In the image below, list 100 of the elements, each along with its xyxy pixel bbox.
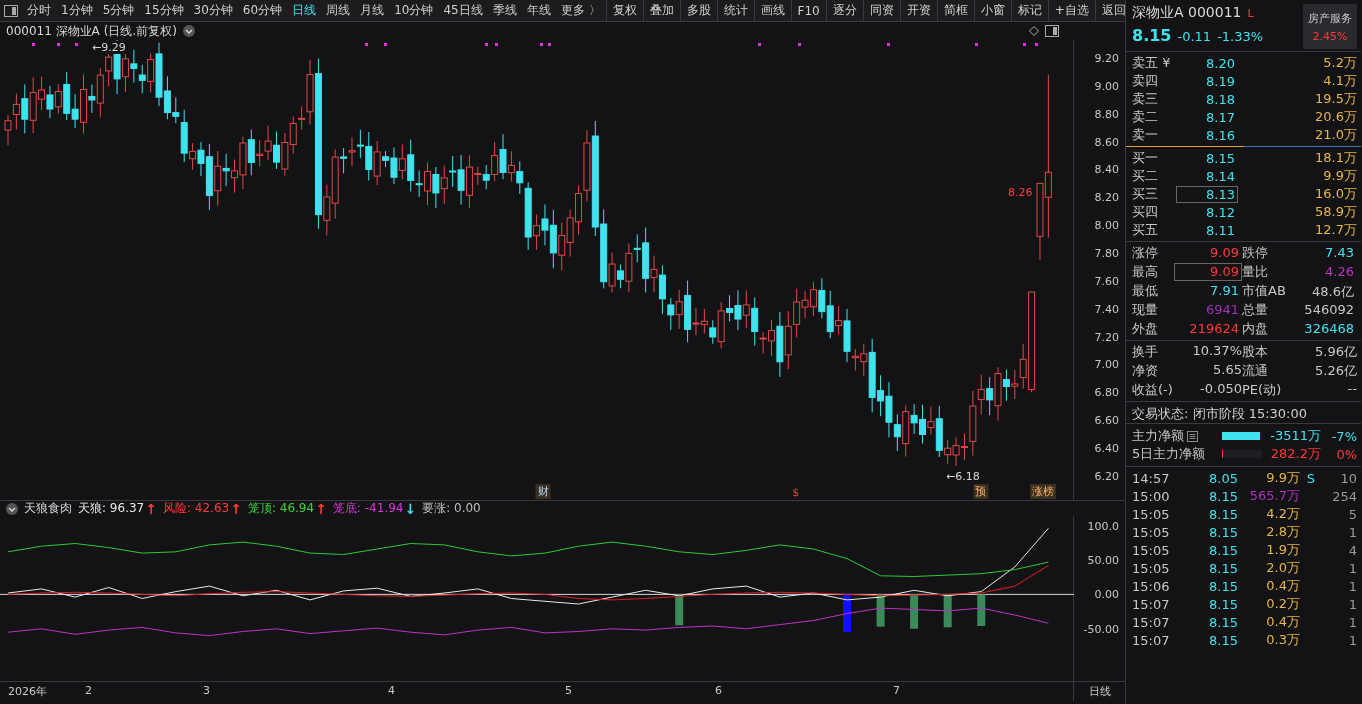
tick-count: 4 — [1347, 542, 1357, 558]
period-tab[interactable]: 更多 〉 — [555, 0, 606, 21]
toolbar-button[interactable]: 多股 — [679, 0, 717, 21]
toolbar-button[interactable]: 简框 — [936, 0, 974, 21]
stat-label: 总量 — [1242, 301, 1269, 319]
tick-price: 8.15 — [1208, 524, 1238, 540]
order-volume: 9.9万 — [1322, 167, 1357, 185]
period-tab[interactable]: 45日线 — [438, 0, 488, 21]
period-tab[interactable]: 1分钟 — [56, 0, 98, 21]
tick-volume: 0.2万 — [1265, 595, 1300, 613]
date-axis-label: 3 — [203, 684, 210, 697]
price-axis-label: 6.60 — [1094, 413, 1119, 427]
stat-value: 4.26 — [1324, 263, 1355, 281]
chevron-down-icon[interactable] — [6, 502, 18, 515]
chevron-down-icon[interactable] — [182, 25, 195, 37]
period-tab[interactable]: 日线 — [287, 0, 322, 21]
event-marker[interactable]: $ — [790, 486, 802, 499]
order-price[interactable]: 8.20 — [1176, 54, 1238, 72]
period-tab[interactable]: 分时 — [22, 0, 56, 21]
tick-price: 8.15 — [1208, 596, 1238, 612]
date-axis-label: 7 — [893, 684, 900, 697]
tick-price: 8.15 — [1208, 578, 1238, 594]
order-level-label: 卖四 — [1132, 72, 1159, 90]
order-volume: 5.2万 — [1322, 54, 1357, 72]
period-tab[interactable]: 5分钟 — [97, 0, 140, 21]
order-price[interactable]: 8.16 — [1176, 126, 1238, 144]
tick-count: 1 — [1347, 596, 1357, 612]
order-price[interactable]: 8.17 — [1176, 108, 1238, 126]
tick-volume: 0.4万 — [1265, 577, 1300, 595]
tick-price: 8.15 — [1208, 560, 1238, 576]
period-tab[interactable]: 周线 — [321, 0, 356, 21]
order-volume: 19.5万 — [1314, 90, 1357, 108]
toolbar-button[interactable]: 叠加 — [642, 0, 680, 21]
stat-value: 6941 — [1204, 301, 1240, 319]
stat-label: 现量 — [1132, 301, 1159, 319]
order-price[interactable]: 8.12 — [1176, 203, 1238, 221]
order-price[interactable]: 8.14 — [1176, 167, 1238, 185]
indicator-axis-label: -50.00 — [1083, 622, 1119, 636]
tick-time: 15:05 — [1132, 542, 1171, 558]
sector-name: 房产服务 — [1308, 10, 1352, 26]
period-tab[interactable]: 30分钟 — [188, 0, 238, 21]
toolbar-button[interactable]: F10 — [790, 0, 826, 21]
order-level-label: 买二 — [1132, 167, 1159, 185]
order-volume: 21.0万 — [1314, 126, 1357, 144]
toolbar-button[interactable]: 同资 — [862, 0, 900, 21]
tick-time: 15:07 — [1132, 632, 1171, 648]
order-volume: 20.6万 — [1314, 108, 1357, 126]
indicator-value: 天狼: 96.37 — [78, 500, 145, 517]
stat-value: 546092 — [1303, 301, 1355, 319]
order-price[interactable]: 8.19 — [1176, 72, 1238, 90]
tick-price: 8.15 — [1208, 488, 1238, 504]
event-marker[interactable]: 财 — [535, 484, 551, 499]
tick-time: 15:06 — [1132, 578, 1171, 594]
period-tab[interactable]: 月线 — [355, 0, 390, 21]
date-axis-label: 5 — [565, 684, 572, 697]
price-axis-label: 6.80 — [1094, 385, 1119, 399]
date-axis-label: 4 — [388, 684, 395, 697]
order-level-label: 买一 — [1132, 149, 1159, 167]
toolbar-button[interactable]: 复权 — [605, 0, 643, 21]
stat-label: PE(动) — [1242, 381, 1283, 399]
period-tab[interactable]: 10分钟 — [389, 0, 439, 21]
price-axis-label: 7.80 — [1094, 246, 1119, 260]
toolbar-button[interactable]: 标记 — [1010, 0, 1048, 21]
order-volume: 12.7万 — [1314, 221, 1357, 239]
tick-time: 15:05 — [1132, 560, 1171, 576]
toolbar-button[interactable]: 小窗 — [973, 0, 1011, 21]
toolbar-button[interactable]: 统计 — [716, 0, 754, 21]
period-tab[interactable]: 年线 — [521, 0, 556, 21]
stat-label: 收益(-) — [1132, 381, 1174, 399]
date-axis-label: 2026年 — [8, 684, 47, 699]
tick-price: 8.15 — [1208, 506, 1238, 522]
tick-volume: 0.3万 — [1265, 631, 1300, 649]
stock-name: 深物业A 000011 — [1132, 4, 1242, 22]
order-price[interactable]: 8.13 — [1176, 185, 1238, 203]
diamond-icon[interactable] — [1029, 26, 1039, 36]
indicator-axis-label: 100.0 — [1087, 519, 1119, 533]
tick-count: 1 — [1347, 632, 1357, 648]
period-tab[interactable]: 60分钟 — [237, 0, 288, 21]
order-level-label: 买三 — [1132, 185, 1159, 203]
price-axis-label: 6.20 — [1094, 469, 1119, 483]
price-axis-label: 7.60 — [1094, 274, 1119, 288]
toolbar-button[interactable]: +自选 — [1047, 0, 1095, 21]
sector-panel[interactable]: 房产服务 2.45% — [1303, 4, 1357, 49]
order-price[interactable]: 8.15 — [1176, 149, 1238, 167]
period-tab[interactable]: 季线 — [487, 0, 522, 21]
event-marker[interactable]: 预 — [973, 484, 989, 499]
toolbar-button[interactable]: 画线 — [753, 0, 791, 21]
panel-toggle-icon[interactable] — [1045, 25, 1059, 37]
period-tab[interactable]: 15分钟 — [139, 0, 189, 21]
back-button[interactable]: 返回 — [1094, 0, 1132, 21]
toolbar-button[interactable]: 逐分 — [825, 0, 863, 21]
stat-value: 9.09 — [1174, 263, 1242, 281]
event-marker[interactable]: 涨榜 — [1030, 484, 1057, 499]
stat-label: 流通 — [1242, 362, 1269, 380]
toolbar-button[interactable]: 开资 — [899, 0, 937, 21]
list-icon[interactable] — [1187, 430, 1198, 442]
order-price[interactable]: 8.18 — [1176, 90, 1238, 108]
tick-volume: 0.4万 — [1265, 613, 1300, 631]
order-price[interactable]: 8.11 — [1176, 221, 1238, 239]
indicator-value: 风险: 42.63 — [162, 500, 230, 517]
